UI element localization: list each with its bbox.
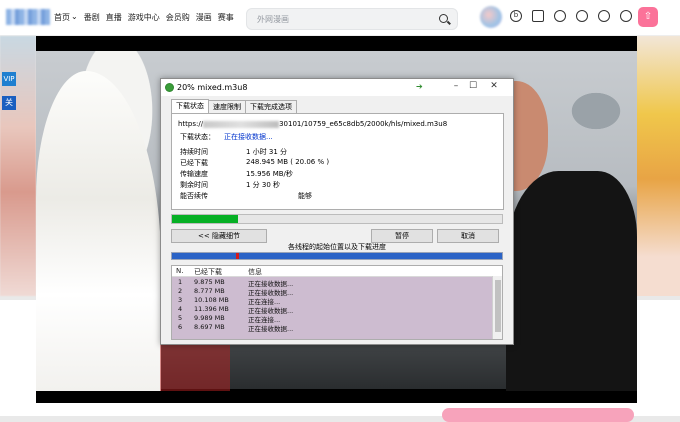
table-row[interactable]: 6 8.697 MB 正在接收数据... — [172, 323, 492, 333]
favorite-icon[interactable] — [576, 10, 588, 22]
history-icon[interactable] — [598, 10, 610, 22]
right-banner — [637, 36, 680, 296]
nav-mall[interactable]: 会员购 — [166, 12, 190, 23]
cell-size: 9.875 MB — [194, 278, 225, 286]
main-nav: 首页 ⌄ 番剧 直播 游戏中心 会员购 漫画 赛事 — [54, 12, 234, 23]
bilibili-icon[interactable]: b — [510, 10, 522, 22]
col-downloaded[interactable]: 已经下载 — [194, 267, 222, 277]
progress-fill — [172, 215, 239, 223]
dialog-tabs: 下载状态 速度限制 下载完成选项 — [171, 99, 297, 114]
segment-marker — [236, 253, 239, 259]
resume-row: 能否续传 能够 — [180, 191, 312, 201]
speed-label: 传输速度 — [180, 170, 208, 178]
hide-details-button[interactable]: << 隐藏细节 — [171, 229, 267, 243]
chevron-down-icon: ⌄ — [71, 12, 78, 21]
dynamic-icon[interactable] — [554, 10, 566, 22]
nav-anime[interactable]: 番剧 — [84, 12, 100, 23]
cancel-button[interactable]: 取消 — [437, 229, 499, 243]
vip-badge[interactable]: VIP — [2, 72, 16, 86]
nav-game-center[interactable]: 游戏中心 — [128, 12, 160, 23]
resume-value: 能够 — [298, 192, 312, 200]
remaining-label: 剩余时间 — [180, 181, 208, 189]
duration-label: 持续时间 — [180, 148, 208, 156]
nav-events[interactable]: 赛事 — [218, 12, 234, 23]
idm-app-icon — [165, 83, 174, 92]
resume-label: 能否续传 — [180, 192, 208, 200]
cell-info: 正在接收数据... — [248, 325, 294, 333]
download-progress-bar — [171, 214, 503, 224]
url-prefix: https:// — [178, 120, 204, 128]
upload-icon: ⇧ — [643, 11, 653, 22]
cell-number: 5 — [178, 314, 183, 322]
status-value: 正在接收数据... — [224, 133, 273, 141]
cell-size: 11.396 MB — [194, 305, 229, 313]
table-row[interactable]: 2 8.777 MB 正在接收数据... — [172, 287, 492, 297]
download-url: https:// 30101/10759_e65c8db5/2000k/hls/m… — [178, 120, 447, 128]
status-row: 下载状态： 正在接收数据... — [180, 132, 273, 142]
search-icon[interactable] — [439, 14, 448, 23]
col-info[interactable]: 信息 — [248, 267, 262, 277]
nav-home[interactable]: 首页 — [54, 12, 70, 23]
status-panel: https:// 30101/10759_e65c8db5/2000k/hls/m… — [171, 113, 504, 210]
tab-complete-options[interactable]: 下载完成选项 — [245, 100, 297, 113]
url-redacted — [203, 120, 280, 128]
header-icons: b — [510, 10, 632, 22]
cell-size: 8.777 MB — [194, 287, 225, 295]
table-row[interactable]: 1 9.875 MB 正在接收数据... — [172, 278, 492, 288]
pause-button[interactable]: 暂停 — [371, 229, 433, 243]
segments-bar — [171, 252, 503, 260]
cell-number: 1 — [178, 278, 183, 286]
dialog-titlebar[interactable]: 20% mixed.m3u8 ➔ – ☐ ✕ — [161, 79, 513, 96]
upload-button[interactable]: ⇧ — [638, 7, 658, 27]
status-label: 下载状态： — [180, 133, 215, 141]
site-logo[interactable] — [6, 9, 50, 25]
cell-size: 9.989 MB — [194, 314, 225, 322]
nav-manga[interactable]: 漫画 — [196, 12, 212, 23]
col-number[interactable]: N. — [176, 267, 183, 275]
downloaded-row: 已经下载 248.945 MB ( 20.06 % ) — [180, 158, 329, 168]
scrollbar-thumb[interactable] — [495, 280, 501, 332]
downloaded-label: 已经下载 — [180, 159, 208, 167]
chef-figure — [36, 71, 161, 391]
nav-live[interactable]: 直播 — [106, 12, 122, 23]
table-header: N. 已经下载 信息 — [172, 266, 502, 277]
dialog-title: 20% mixed.m3u8 — [177, 83, 248, 92]
avatar[interactable] — [480, 6, 502, 28]
table-row[interactable]: 3 10.108 MB 正在连接... — [172, 296, 492, 306]
cell-size: 8.697 MB — [194, 323, 225, 331]
man-figure — [506, 171, 637, 391]
url-suffix: 30101/10759_e65c8db5/2000k/hls/mixed.m3u… — [279, 120, 448, 128]
remaining-value: 1 分 30 秒 — [246, 181, 281, 189]
message-icon[interactable] — [532, 10, 544, 22]
threads-table: N. 已经下载 信息 1 9.875 MB 正在接收数据... 2 8.777 … — [171, 265, 503, 340]
arrow-icon: ➔ — [416, 82, 423, 91]
maximize-icon[interactable]: ☐ — [465, 81, 481, 91]
site-header: 首页 ⌄ 番剧 直播 游戏中心 会员购 漫画 赛事 外网漫画 b ⇧ — [0, 0, 680, 36]
search-input[interactable]: 外网漫画 — [257, 14, 289, 25]
follow-badge[interactable]: 关 — [2, 96, 16, 110]
duration-row: 持续时间 1 小时 31 分 — [180, 147, 287, 157]
download-dialog: 20% mixed.m3u8 ➔ – ☐ ✕ 下载状态 速度限制 下载完成选项 … — [160, 78, 514, 345]
downloaded-value: 248.945 MB ( 20.06 % ) — [246, 158, 330, 166]
tab-speed-limit[interactable]: 速度限制 — [208, 100, 246, 113]
segments-label: 各线程的起始位置以及下载进度 — [288, 243, 386, 251]
speed-row: 传输速度 15.956 MB/秒 — [180, 169, 293, 179]
remaining-row: 剩余时间 1 分 30 秒 — [180, 180, 280, 190]
minimize-icon[interactable]: – — [448, 81, 464, 91]
tab-download-status[interactable]: 下载状态 — [171, 99, 209, 114]
duration-value: 1 小时 31 分 — [246, 148, 288, 156]
cell-number: 2 — [178, 287, 183, 295]
cell-number: 3 — [178, 296, 183, 304]
table-scrollbar[interactable] — [492, 276, 502, 339]
cell-number: 6 — [178, 323, 183, 331]
close-icon[interactable]: ✕ — [486, 81, 502, 91]
pink-action-button[interactable] — [442, 408, 634, 422]
creation-icon[interactable] — [620, 10, 632, 22]
search-bar[interactable]: 外网漫画 — [246, 8, 458, 30]
table-row[interactable]: 4 11.396 MB 正在接收数据... — [172, 305, 492, 315]
speed-value: 15.956 MB/秒 — [246, 170, 293, 178]
cell-number: 4 — [178, 305, 183, 313]
cell-size: 10.108 MB — [194, 296, 229, 304]
table-row[interactable]: 5 9.989 MB 正在连接... — [172, 314, 492, 324]
